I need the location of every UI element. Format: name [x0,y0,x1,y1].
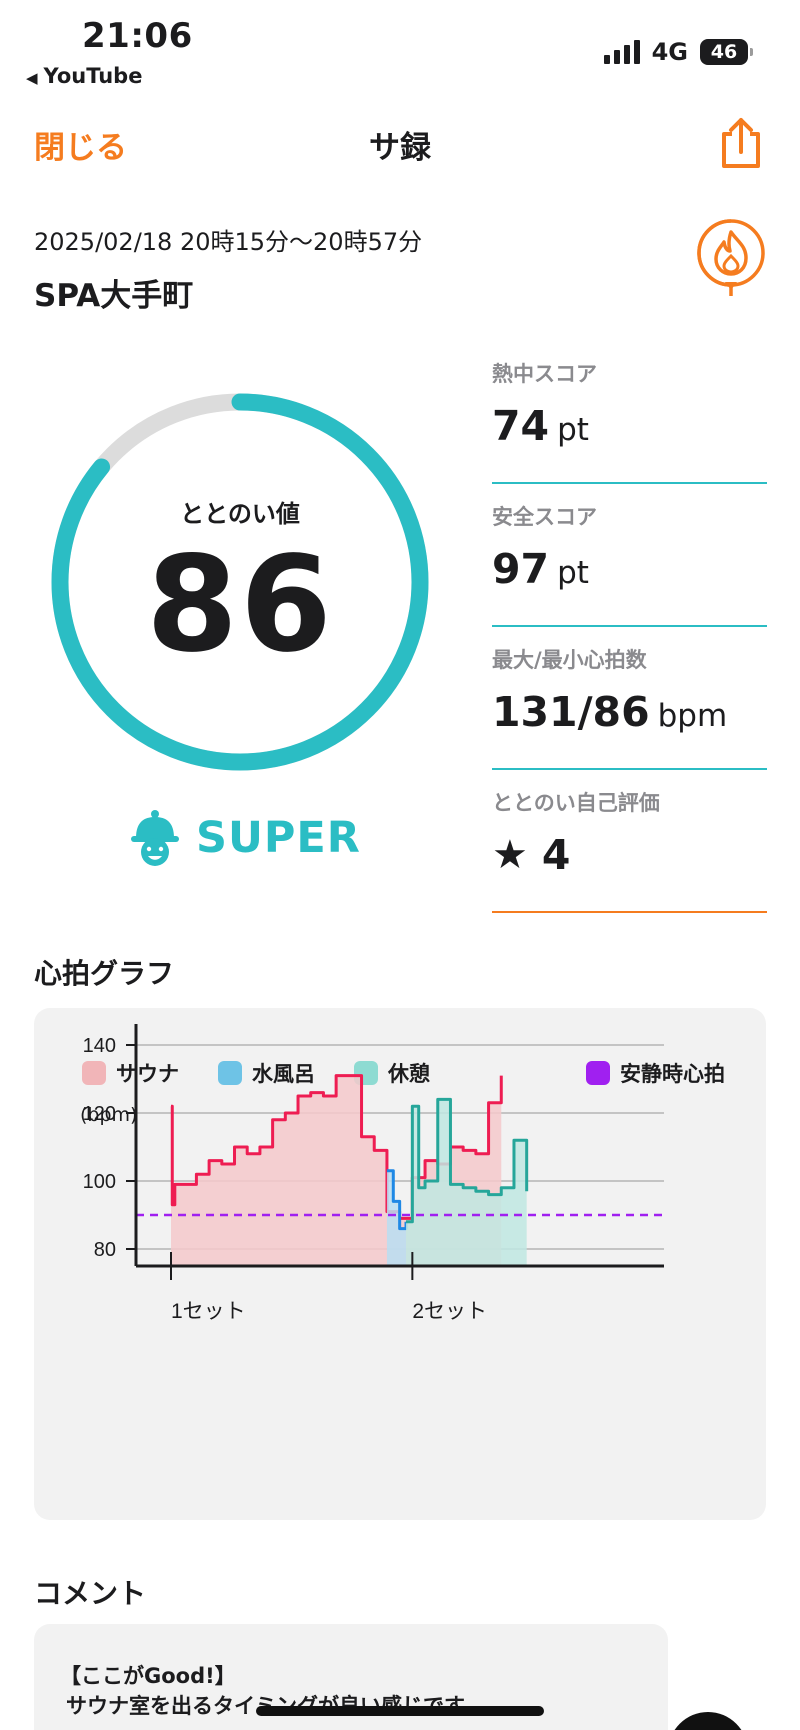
heat-score-label: 熱中スコア [492,362,597,386]
y-tick-label-120: 120 [83,1103,116,1125]
facility-name: SPA大手町 [34,278,194,314]
y-tick-label-80: 80 [94,1239,116,1261]
heat-score-unit: pt [557,412,589,448]
safety-score-value: 97 pt [492,545,589,593]
y-tick-label-140: 140 [83,1035,116,1057]
safety-score-number: 97 [492,545,550,593]
comment-heading: 【ここがGood!】 [60,1664,236,1688]
self-rating-value: ★ 4 [492,831,570,879]
heat-score-value: 74 pt [492,402,589,450]
heart-rate-range-unit: bpm [657,698,728,734]
rank-badge: SUPER [128,808,361,868]
battery-icon: 46 [700,39,753,65]
y-tick-label-100: 100 [83,1171,116,1193]
totonoi-label: ととのい値 [180,500,300,528]
fire-badge-icon[interactable] [696,218,766,300]
status-time: 21:06 [82,16,193,56]
self-rating-card: ととのい自己評価 ★ 4 [492,773,767,913]
safety-score-card: 安全スコア 97 pt [492,487,767,627]
self-rating-label: ととのい自己評価 [492,791,660,815]
heart-rate-range-label: 最大/最小心拍数 [492,648,647,672]
heat-score-number: 74 [492,402,550,450]
heat-score-card: 熱中スコア 74 pt [492,344,767,484]
signal-icon [603,40,640,64]
self-rating-number: 4 [541,831,571,879]
heart-rate-range-number: 131/86 [492,688,650,736]
heart-graph-title: 心拍グラフ [34,957,175,990]
back-app-label: YouTube [43,64,143,88]
sauna-hat-mascot-icon [131,810,179,866]
home-indicator[interactable] [256,1706,544,1716]
rank-label: SUPER [196,813,361,863]
network-type: 4G [651,38,688,66]
floating-character [668,1712,748,1730]
share-icon[interactable] [718,116,764,172]
battery-level: 46 [710,41,738,63]
comment-title: コメント [34,1577,147,1610]
heart-rate-chart: 80 100 120 140 1セット 2セット [83,1024,664,1323]
totonoi-value: 86 [146,528,334,682]
heart-rate-range-card: 最大/最小心拍数 131/86 bpm [492,630,767,770]
session-datetime: 2025/02/18 20時15分〜20時57分 [34,228,423,256]
star-icon: ★ [492,832,528,878]
x-tick-label-1: 2セット [412,1300,487,1323]
heart-rate-range-value: 131/86 bpm [492,688,727,736]
x-tick-label-0: 1セット [171,1300,246,1323]
back-triangle-icon: ◀ [26,69,38,87]
status-indicators: 4G 46 [603,38,753,66]
back-to-app-link[interactable]: ◀ YouTube [26,64,142,88]
safety-score-label: 安全スコア [492,505,597,529]
safety-score-unit: pt [557,555,589,591]
page-title: サ録 [369,130,431,166]
